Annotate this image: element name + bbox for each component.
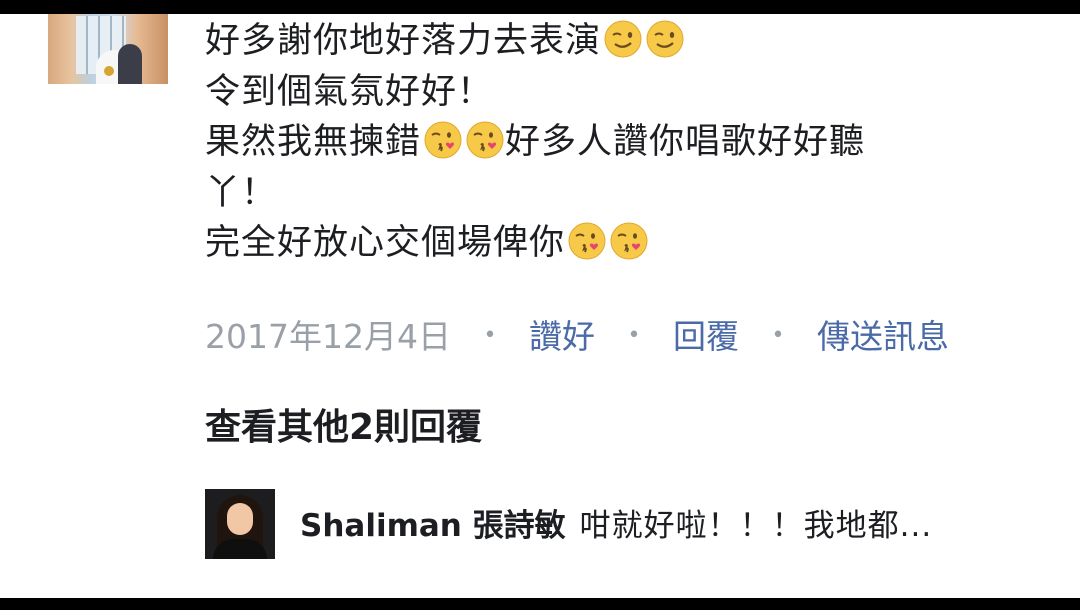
kiss-emoji-icon [423,120,463,160]
send-message-link[interactable]: 傳送訊息 [817,317,949,356]
commenter-avatar[interactable] [48,14,168,84]
comment-line-4: 丫！ [205,172,278,213]
kiss-emoji-icon [567,221,607,261]
comment-line-3: 果然我無揀錯 好多人讚你唱歌好好聽 [205,120,866,162]
comment-line-1: 好多謝你地好落力去表演 [205,16,1005,67]
reply-link[interactable]: 回覆 [673,317,739,356]
separator-dot: • [483,323,497,348]
separator-dot: • [771,323,785,348]
kiss-emoji-icon [465,120,505,160]
comment-meta: 2017年12月4日 • 讚好 • 回覆 • 傳送訊息 [205,310,949,358]
separator-dot: • [627,323,641,348]
wink-emoji-icon [603,19,643,59]
comment-date[interactable]: 2017年12月4日 [205,317,451,356]
reply-avatar[interactable] [205,489,275,559]
wink-emoji-icon [645,19,685,59]
comment-body: 好多謝你地好落力去表演 令到個氣氛好好！ 果然我無揀錯 好多人讚你唱歌好好聽 丫… [205,16,1005,269]
reply-author-name[interactable]: Shaliman 張詩敏 [300,508,566,544]
comment-line-5: 完全好放心交個場俾你 [205,218,1005,269]
view-more-replies[interactable]: 查看其他2則回覆 [205,398,482,450]
comment-line-2: 令到個氣氛好好！ [205,71,494,112]
reply-preview[interactable]: Shaliman 張詩敏 咁就好啦！！！我地都... [300,500,932,545]
top-bar [0,0,1080,14]
reply-snippet: 咁就好啦！！！我地都... [579,508,933,544]
bottom-bar [0,598,1080,610]
like-link[interactable]: 讚好 [529,317,595,356]
kiss-emoji-icon [609,221,649,261]
